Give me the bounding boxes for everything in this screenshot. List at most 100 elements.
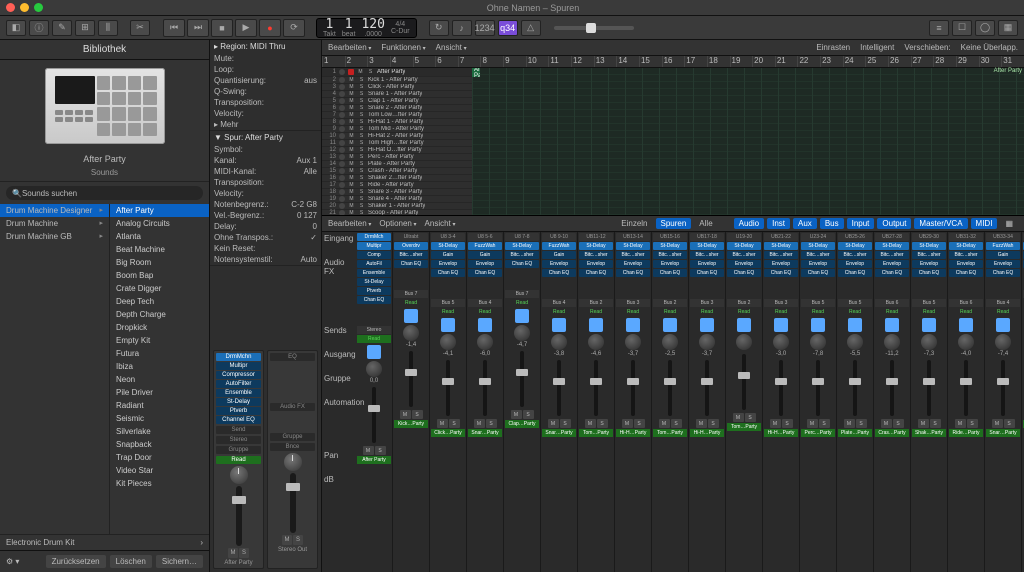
automation-mode[interactable]: Read — [912, 308, 946, 316]
plugin-slot[interactable]: Bitc…sher — [579, 251, 613, 259]
solo-button[interactable]: S — [375, 446, 386, 455]
plugin-slot[interactable]: Envelop — [838, 260, 872, 268]
filter-midi[interactable]: MIDI — [971, 218, 998, 229]
countin-button[interactable]: 1234 — [475, 20, 495, 36]
input-slot[interactable]: U19-20 — [727, 233, 761, 241]
track-icon[interactable] — [552, 318, 566, 332]
plugin-slot[interactable]: St-Delay — [505, 242, 539, 250]
plugin-slot[interactable]: FuzzWah — [542, 242, 576, 250]
input-slot[interactable]: UB25-26 — [838, 233, 872, 241]
mixer-channel[interactable]: UB29-30St-DelayBitc…sherEnvelopChan EQBu… — [911, 232, 948, 572]
mixer-channel[interactable]: UB13-14St-DelayBitc…sherEnvelopChan EQBu… — [615, 232, 652, 572]
mixer-toggle[interactable]: ⫼ — [98, 20, 118, 36]
track-header[interactable]: 12MSHi-Hat O…fter Party — [322, 147, 472, 154]
input-slot[interactable]: UB15-16 — [653, 233, 687, 241]
plugin-slot[interactable]: Envelop — [986, 260, 1020, 268]
arrange-grid[interactable]: After Party After Party — [472, 68, 1024, 215]
pan-knob[interactable] — [699, 334, 715, 350]
output-slot[interactable]: Bus 3 — [616, 299, 650, 307]
solo-button[interactable]: S — [293, 535, 303, 545]
plugin-slot[interactable]: AutoFilter — [216, 380, 261, 388]
plugin-slot[interactable]: Chan EQ — [875, 269, 909, 277]
track-icon[interactable] — [367, 345, 381, 359]
pan-knob[interactable] — [588, 334, 604, 350]
record-button[interactable]: ● — [259, 19, 281, 37]
plugin-slot[interactable]: St-Delay — [949, 242, 983, 250]
input-slot[interactable]: DrmMch — [357, 233, 391, 241]
pan-knob[interactable] — [403, 325, 419, 341]
list-editors-button[interactable]: ≡ — [929, 20, 949, 36]
pan-knob[interactable] — [366, 361, 382, 377]
plugin-slot[interactable]: St-Delay — [912, 242, 946, 250]
library-preset-item[interactable]: Empty Kit — [110, 334, 209, 347]
library-preset-item[interactable]: Snapback — [110, 438, 209, 451]
track-header[interactable]: 1MSAfter Party — [322, 68, 472, 77]
library-preset-item[interactable]: Atlanta — [110, 230, 209, 243]
inspector-param-row[interactable]: Kein Reset: — [210, 243, 321, 254]
track-header[interactable]: 10MSHi-Hat 2 - After Party — [322, 133, 472, 140]
track-icon[interactable] — [774, 318, 788, 332]
solo-button[interactable]: S — [239, 548, 249, 558]
plugin-slot[interactable]: Chan EQ — [468, 269, 502, 277]
automation-mode[interactable]: Read — [690, 308, 724, 316]
plugin-slot[interactable]: St-Delay — [216, 398, 261, 406]
lcd-display[interactable]: 1Takt 1beat 120.0000 4/4C-Dur — [316, 18, 417, 38]
plugin-slot[interactable]: St-Delay — [431, 242, 465, 250]
track-icon[interactable] — [626, 318, 640, 332]
midi-region[interactable]: After Party — [472, 68, 480, 77]
tuning-button[interactable]: ♪ — [452, 20, 472, 36]
forward-button[interactable]: ⏭ — [187, 19, 209, 37]
plugin-slot[interactable]: Chan EQ — [505, 260, 539, 268]
volume-fader[interactable] — [816, 360, 820, 416]
track-icon[interactable] — [885, 318, 899, 332]
automation-mode[interactable]: Read — [216, 456, 261, 464]
library-preset-item[interactable]: Neon — [110, 373, 209, 386]
plugin-slot[interactable]: Ensemble — [216, 389, 261, 397]
pan-knob[interactable] — [230, 466, 248, 484]
loops-button[interactable]: ◯ — [975, 20, 995, 36]
time-ruler[interactable]: 1234567891011121314151617181920212223242… — [322, 56, 1024, 68]
input-slot[interactable]: UB17-18 — [690, 233, 724, 241]
track-header[interactable]: 14MSPlate - After Party — [322, 161, 472, 168]
mute-button[interactable]: M — [400, 410, 411, 419]
channel-name[interactable]: Snar…Party — [986, 429, 1020, 437]
solo-button[interactable]: S — [671, 419, 682, 428]
track-header[interactable]: 20MSShaker 1 - After Party — [322, 203, 472, 210]
solo-button[interactable]: S — [856, 419, 867, 428]
volume-fader[interactable] — [290, 473, 296, 533]
track-header[interactable]: 6MSSnare 2 - After Party — [322, 105, 472, 112]
output-slot[interactable]: Bus 4 — [468, 299, 502, 307]
inspector-param-row[interactable]: Transposition: — [210, 177, 321, 188]
plugin-slot[interactable]: Envelop — [616, 260, 650, 268]
input-slot[interactable]: U8 3-4 — [431, 233, 465, 241]
output-slot[interactable]: Stereo — [357, 326, 391, 334]
toolbar-toggle[interactable]: ✎ — [52, 20, 72, 36]
solo-button[interactable]: S — [634, 419, 645, 428]
library-preset-item[interactable]: Ibiza — [110, 360, 209, 373]
channel-name[interactable]: Hi-H…Party — [616, 429, 650, 437]
save-button[interactable]: Sichern… — [156, 555, 203, 568]
volume-fader[interactable] — [964, 360, 968, 416]
window-close[interactable] — [6, 3, 15, 12]
output-slot[interactable]: Bus 7 — [505, 290, 539, 298]
cycle-button[interactable]: ⟳ — [283, 19, 305, 37]
mute-button[interactable]: M — [282, 535, 292, 545]
mixer-channel[interactable]: DrmMchMultiprCompAutoFilEnsembleSt-Delay… — [356, 232, 393, 572]
track-icon[interactable] — [996, 318, 1010, 332]
channel-name[interactable]: Cras…Party — [875, 429, 909, 437]
inspector-param-row[interactable]: Notensystemstil:Auto — [210, 254, 321, 265]
drag-mode[interactable]: Keine Überlapp. — [961, 43, 1018, 52]
mute-button[interactable]: M — [733, 413, 744, 422]
solo-button[interactable]: S — [967, 419, 978, 428]
inspector-param-row[interactable]: Velocity: — [210, 108, 321, 119]
plugin-slot[interactable]: Bitc…sher — [801, 251, 835, 259]
filter-bus[interactable]: Bus — [820, 218, 844, 229]
pan-knob[interactable] — [440, 334, 456, 350]
track-icon[interactable] — [959, 318, 973, 332]
solo-button[interactable]: S — [597, 419, 608, 428]
mute-button[interactable]: M — [228, 548, 238, 558]
output-slot[interactable]: Bus 2 — [579, 299, 613, 307]
channel-name[interactable]: After Party — [357, 456, 391, 464]
mute-button[interactable]: M — [992, 419, 1003, 428]
output-slot[interactable]: Bus 2 — [653, 299, 687, 307]
